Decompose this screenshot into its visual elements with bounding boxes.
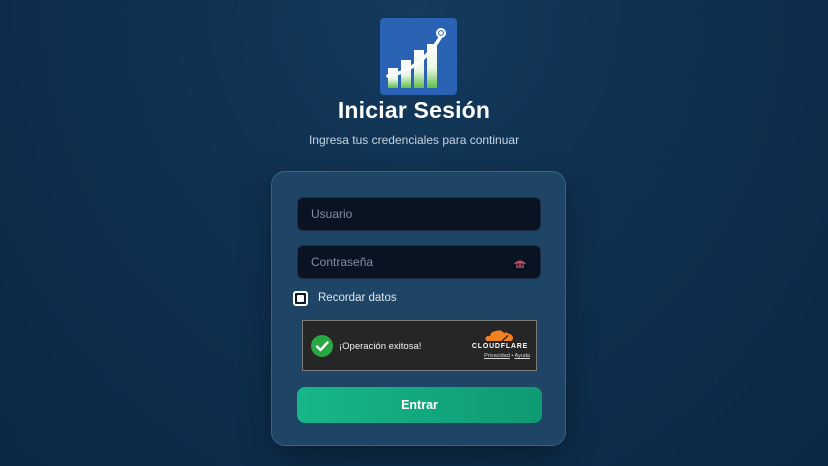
eye-toggle-icon[interactable] xyxy=(513,256,527,270)
captcha-status-text: ¡Operación exitosa! xyxy=(339,341,422,352)
password-input[interactable] xyxy=(298,246,540,278)
captcha-widget: ¡Operación exitosa! CLOUDFLARE Privacida… xyxy=(302,320,537,371)
app-logo xyxy=(380,18,457,95)
success-check-icon xyxy=(311,335,333,357)
remember-checkbox[interactable] xyxy=(293,290,308,306)
login-button[interactable]: Entrar xyxy=(297,387,542,423)
username-input[interactable] xyxy=(298,198,540,230)
username-field[interactable] xyxy=(297,197,541,231)
cloudflare-wordmark: CLOUDFLARE xyxy=(471,343,529,350)
remember-label: Recordar datos xyxy=(318,292,397,304)
privacy-link[interactable]: Privacidad xyxy=(484,353,510,359)
password-field[interactable] xyxy=(297,245,541,279)
login-card: Recordar datos ¡Operación exitosa! CLOUD… xyxy=(271,171,566,446)
page-title: Iniciar Sesión xyxy=(337,97,491,123)
remember-me[interactable]: Recordar datos xyxy=(293,289,397,307)
cloudflare-logo: CLOUDFLARE xyxy=(470,328,530,350)
cloudflare-cloud-icon xyxy=(485,330,513,342)
growth-chart-logo-icon xyxy=(386,28,446,88)
link-separator: • xyxy=(511,353,514,359)
captcha-links: Privacidad • Ayuda xyxy=(484,353,530,359)
page-subtitle: Ingresa tus credenciales para continuar xyxy=(308,133,520,147)
help-link[interactable]: Ayuda xyxy=(515,353,531,359)
